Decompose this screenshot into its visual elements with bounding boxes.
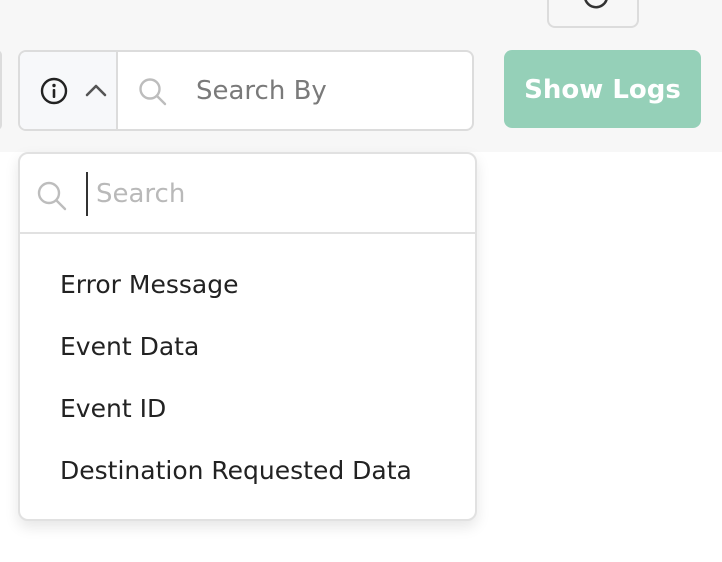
dropdown-divider (20, 232, 475, 234)
refresh-icon (584, 0, 608, 9)
previous-filter-field[interactable] (0, 50, 2, 130)
option-destination-requested-data[interactable]: Destination Requested Data (20, 440, 475, 502)
option-event-data[interactable]: Event Data (20, 316, 475, 378)
option-event-id[interactable]: Event ID (20, 378, 475, 440)
search-field-dropdown: Error Message Event Data Event ID Destin… (18, 152, 477, 521)
option-list: Error Message Event Data Event ID Destin… (20, 254, 475, 502)
search-icon (37, 181, 67, 211)
toolbar: Show Logs (0, 0, 722, 152)
dropdown-search-input[interactable] (86, 172, 468, 216)
refresh-button[interactable] (547, 0, 639, 28)
search-icon (139, 78, 167, 106)
search-by-field (18, 50, 474, 131)
search-field-selector-toggle[interactable] (20, 52, 118, 129)
chevron-up-icon (85, 84, 107, 97)
info-icon (40, 77, 68, 105)
option-error-message[interactable]: Error Message (20, 254, 475, 316)
show-logs-button[interactable]: Show Logs (504, 50, 701, 128)
search-by-input[interactable] (196, 70, 466, 112)
